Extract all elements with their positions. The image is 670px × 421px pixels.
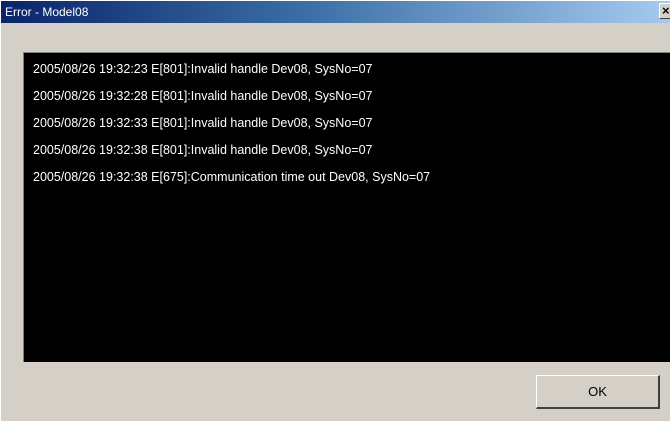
- error-log-panel: 2005/08/26 19:32:23 E[801]:Invalid handl…: [23, 52, 670, 362]
- log-line: 2005/08/26 19:32:23 E[801]:Invalid handl…: [33, 62, 373, 76]
- ok-button[interactable]: OK: [536, 375, 660, 409]
- error-dialog: Error - Model08 × 2005/08/26 19:32:23 E[…: [0, 0, 670, 421]
- log-line: 2005/08/26 19:32:38 E[675]:Communication…: [33, 170, 431, 184]
- close-button[interactable]: ×: [659, 3, 670, 19]
- close-icon: ×: [662, 3, 670, 18]
- title-bar[interactable]: Error - Model08 ×: [1, 1, 670, 23]
- window-title: Error - Model08: [5, 5, 89, 19]
- log-line: 2005/08/26 19:32:33 E[801]:Invalid handl…: [33, 116, 373, 130]
- log-line: 2005/08/26 19:32:28 E[801]:Invalid handl…: [33, 89, 373, 103]
- log-line: 2005/08/26 19:32:38 E[801]:Invalid handl…: [33, 143, 373, 157]
